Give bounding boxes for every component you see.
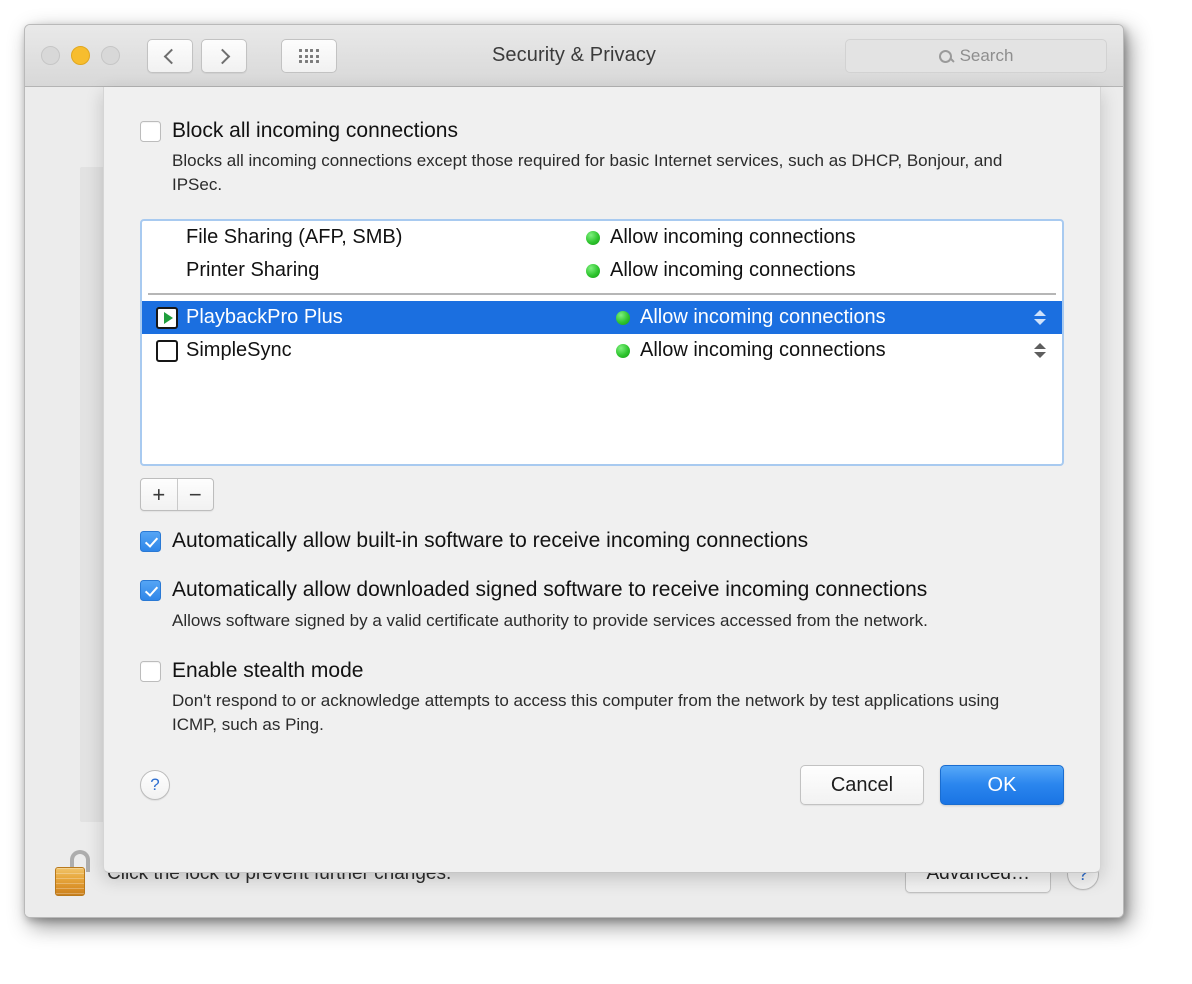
firewall-app-list[interactable]: File Sharing (AFP, SMB) Allow incoming c… (140, 219, 1064, 467)
row-stepper-control[interactable] (1032, 339, 1048, 363)
chevron-up-icon (1034, 310, 1046, 317)
list-row-status-text: Allow incoming connections (640, 306, 886, 329)
list-row-status-text: Allow incoming connections (610, 226, 856, 249)
list-row-status-text: Allow incoming connections (610, 259, 856, 282)
firewall-options-sheet: Block all incoming connections Blocks al… (103, 87, 1101, 873)
list-separator (148, 293, 1056, 296)
sheet-help-button[interactable]: ? (140, 770, 170, 800)
status-dot-icon (616, 310, 630, 325)
auto-signed-label: Automatically allow downloaded signed so… (172, 578, 928, 602)
auto-builtin-checkbox-row[interactable]: Automatically allow built-in software to… (140, 529, 1064, 553)
security-privacy-window: Security & Privacy Search Click the lock… (24, 24, 1124, 918)
auto-signed-description: Allows software signed by a valid certif… (172, 610, 928, 630)
block-all-description: Blocks all incoming connections except t… (172, 151, 1003, 195)
search-placeholder: Search (959, 46, 1014, 65)
chevron-down-icon (1034, 319, 1046, 326)
lock-body (55, 867, 85, 896)
screen-canvas: Security & Privacy Search Click the lock… (0, 0, 1192, 984)
chevron-down-icon (1034, 352, 1046, 359)
list-row-name: Printer Sharing (186, 259, 320, 282)
stealth-label: Enable stealth mode (172, 658, 364, 682)
sync-app-icon (156, 339, 178, 362)
status-dot-icon (586, 263, 600, 278)
auto-builtin-label: Automatically allow built-in software to… (172, 529, 809, 553)
sheet-footer: ? Cancel OK (140, 765, 1064, 805)
remove-app-button[interactable]: − (178, 479, 214, 510)
block-all-checkbox[interactable] (140, 121, 161, 142)
cancel-button[interactable]: Cancel (800, 765, 924, 805)
chevron-up-icon (1034, 343, 1046, 350)
list-row[interactable]: PlaybackPro Plus Allow incoming connecti… (142, 301, 1062, 335)
list-row-name: File Sharing (AFP, SMB) (186, 226, 403, 249)
stealth-checkbox-row[interactable]: Enable stealth mode (140, 659, 1064, 682)
list-row-status[interactable]: Allow incoming connections (616, 339, 1032, 362)
list-row-name: SimpleSync (186, 339, 292, 362)
stealth-checkbox[interactable] (140, 660, 161, 682)
search-icon (938, 49, 952, 63)
block-all-label: Block all incoming connections (172, 119, 458, 142)
play-app-icon (156, 306, 178, 329)
status-dot-icon (616, 343, 630, 358)
list-row[interactable]: File Sharing (AFP, SMB) Allow incoming c… (142, 221, 1062, 254)
auto-signed-checkbox-row[interactable]: Automatically allow downloaded signed so… (140, 578, 1064, 602)
search-input[interactable]: Search (845, 39, 1107, 73)
ok-button[interactable]: OK (940, 765, 1064, 805)
add-remove-group: + − (140, 478, 214, 512)
list-row-status-text: Allow incoming connections (640, 339, 886, 362)
list-row-status[interactable]: Allow incoming connections (586, 226, 1054, 249)
status-dot-icon (586, 230, 600, 245)
auto-signed-checkbox[interactable] (140, 580, 161, 602)
block-all-checkbox-row[interactable]: Block all incoming connections (140, 119, 1064, 142)
list-row[interactable]: SimpleSync Allow incoming connections (142, 334, 1062, 367)
stealth-description: Don't respond to or acknowledge attempts… (172, 690, 1000, 734)
auto-builtin-checkbox[interactable] (140, 531, 161, 553)
list-row[interactable]: Printer Sharing Allow incoming connectio… (142, 254, 1062, 287)
lock-open-icon[interactable] (53, 850, 93, 898)
list-row-name: PlaybackPro Plus (186, 306, 343, 329)
row-stepper-control[interactable] (1032, 306, 1048, 330)
list-row-status[interactable]: Allow incoming connections (586, 259, 1054, 282)
add-app-button[interactable]: + (141, 479, 177, 510)
window-titlebar: Security & Privacy Search (25, 25, 1123, 87)
list-row-status[interactable]: Allow incoming connections (616, 306, 1032, 329)
